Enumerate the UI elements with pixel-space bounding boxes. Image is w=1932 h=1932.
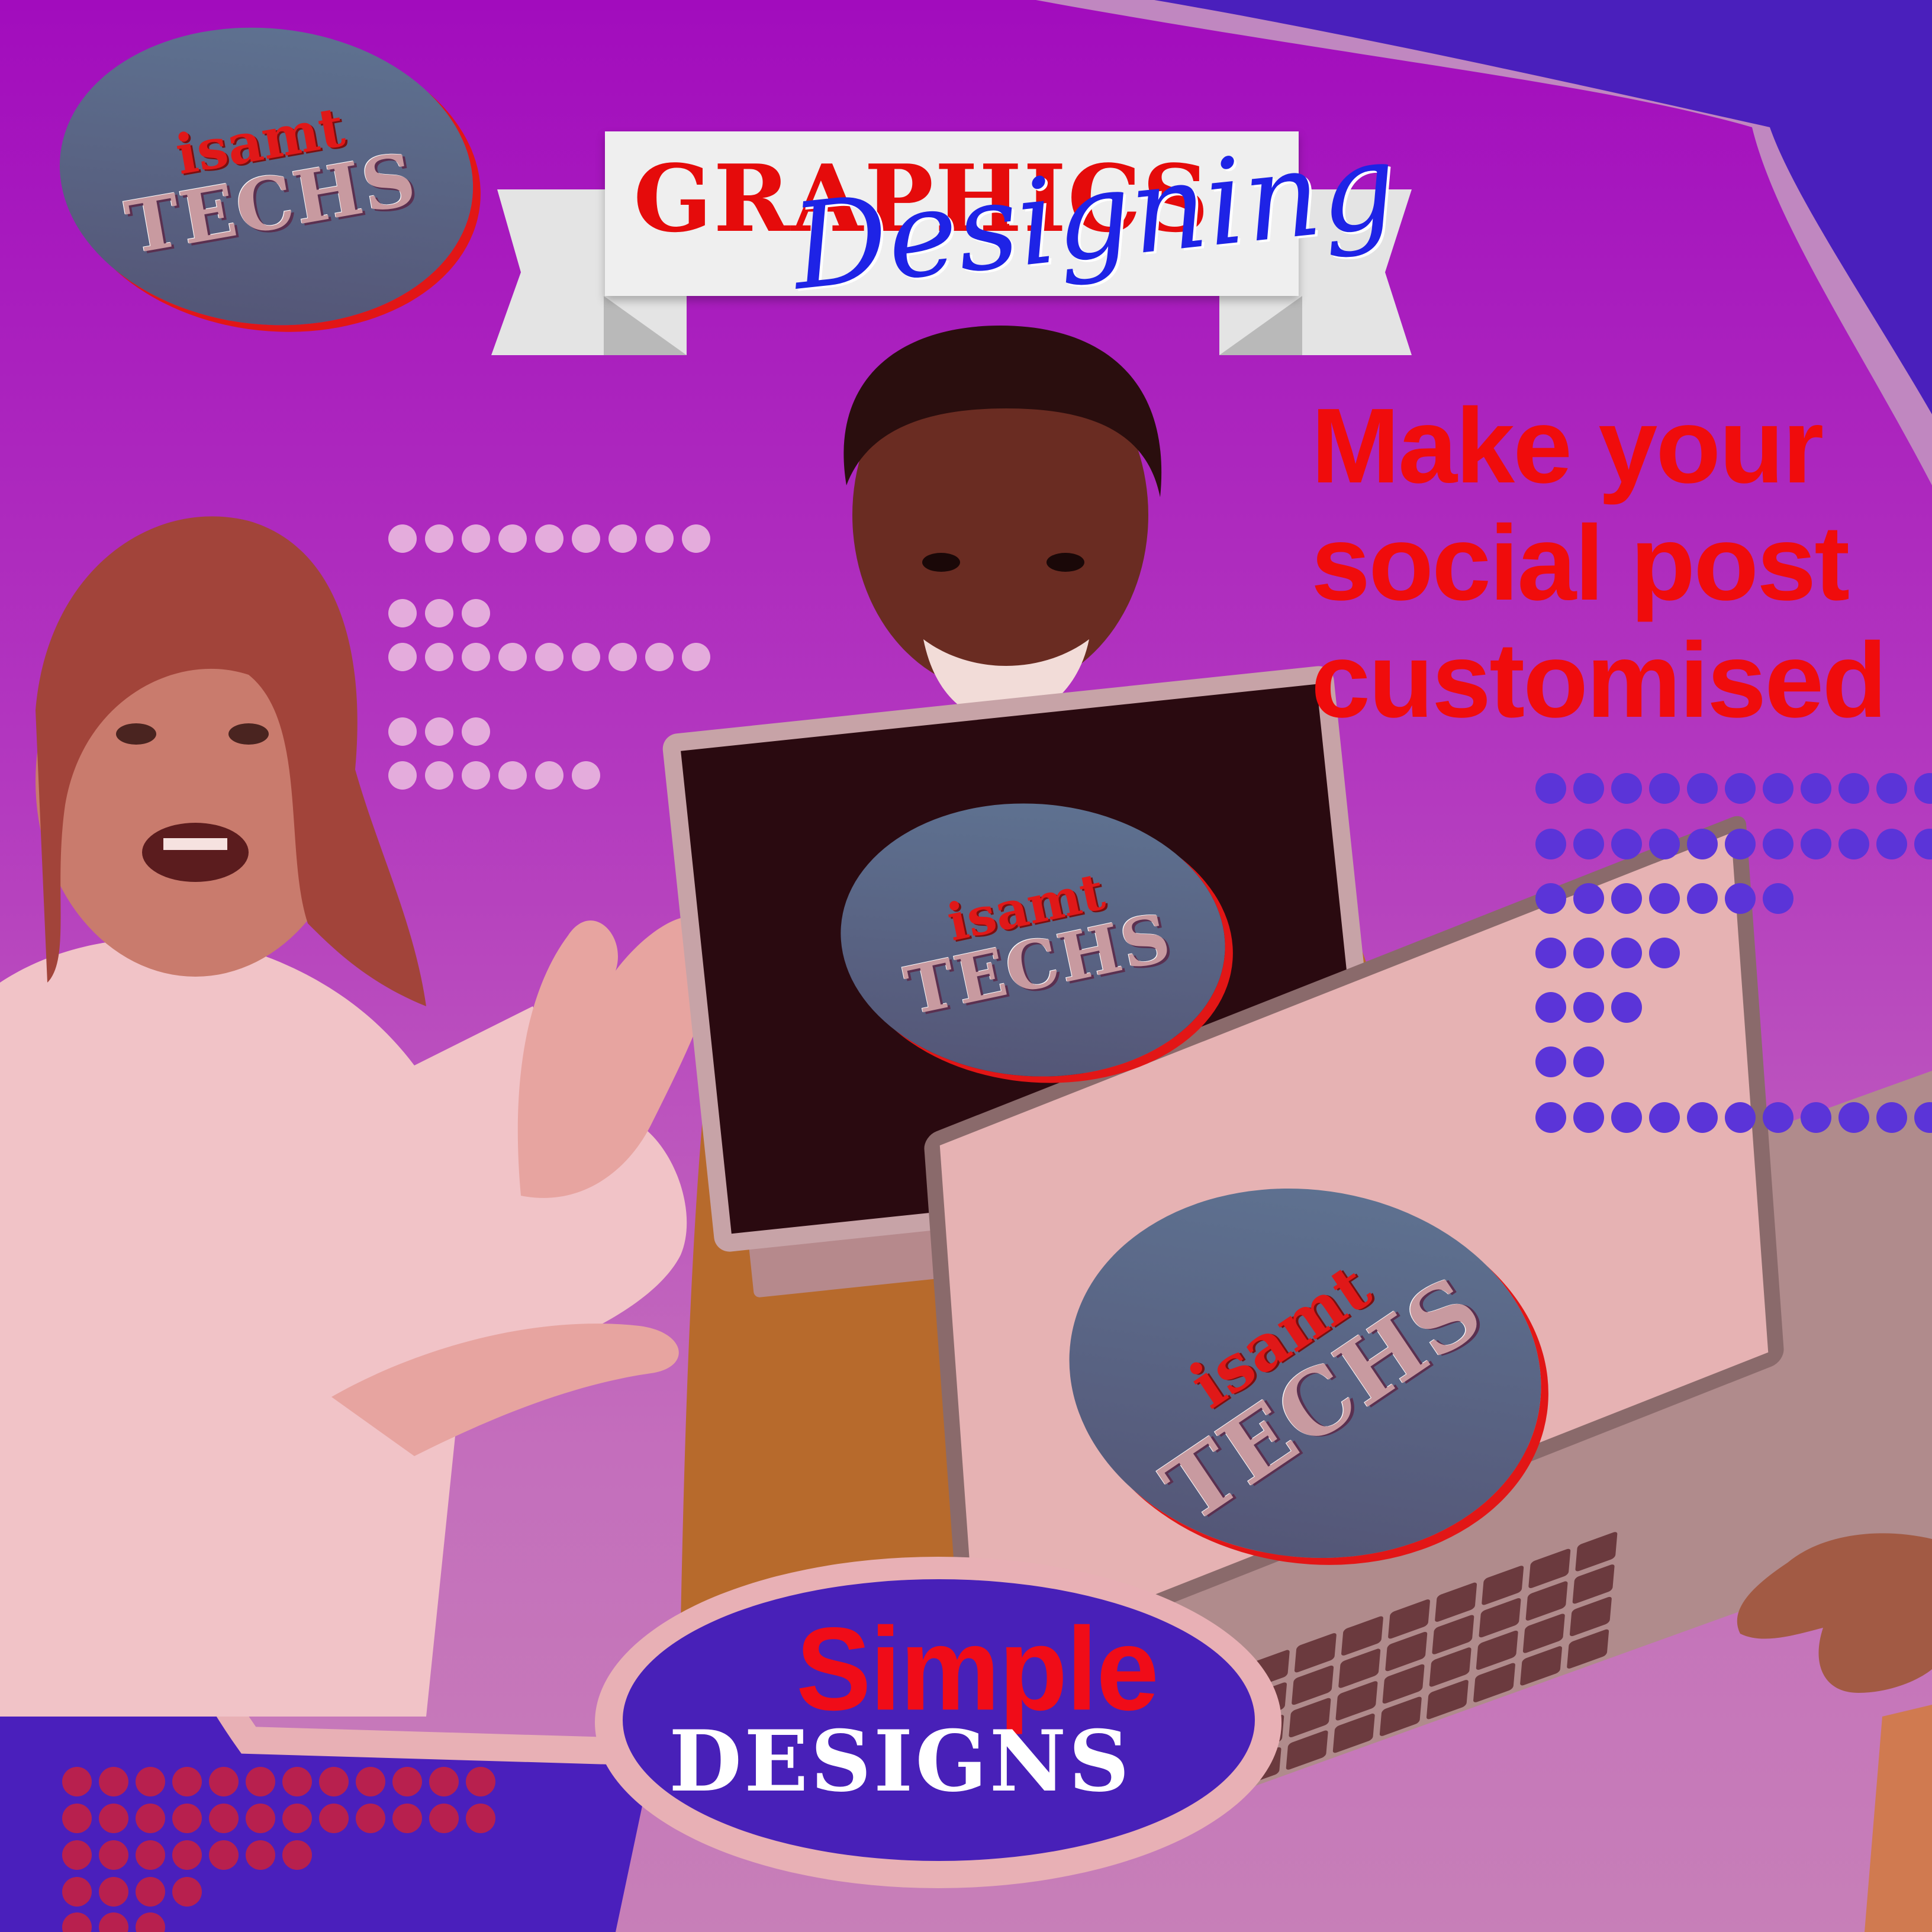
dots-upper-left — [388, 524, 710, 790]
headline: Make your social post customised — [1311, 388, 1915, 739]
logo-text-big: TECHS — [120, 136, 423, 271]
poster: isamt TECHS isamt TECHS isamt TECHS GRAP… — [0, 0, 1932, 1932]
bubble-text-designs: DESIGNS — [669, 1712, 1132, 1811]
dots-bottom-left — [62, 1767, 495, 1932]
typing-hand — [1737, 1533, 1932, 1693]
headline-line-3: customised — [1311, 621, 1887, 740]
bubble-text-simple: Simple — [796, 1603, 1159, 1735]
headline-line-2: social post — [1311, 504, 1850, 623]
headline-line-1: Make your — [1311, 387, 1824, 505]
logo-badge-laptop-back: isamt TECHS — [831, 790, 1235, 1090]
dots-right — [1535, 773, 1932, 1133]
logo-badge-top-left: isamt TECHS — [44, 7, 488, 346]
